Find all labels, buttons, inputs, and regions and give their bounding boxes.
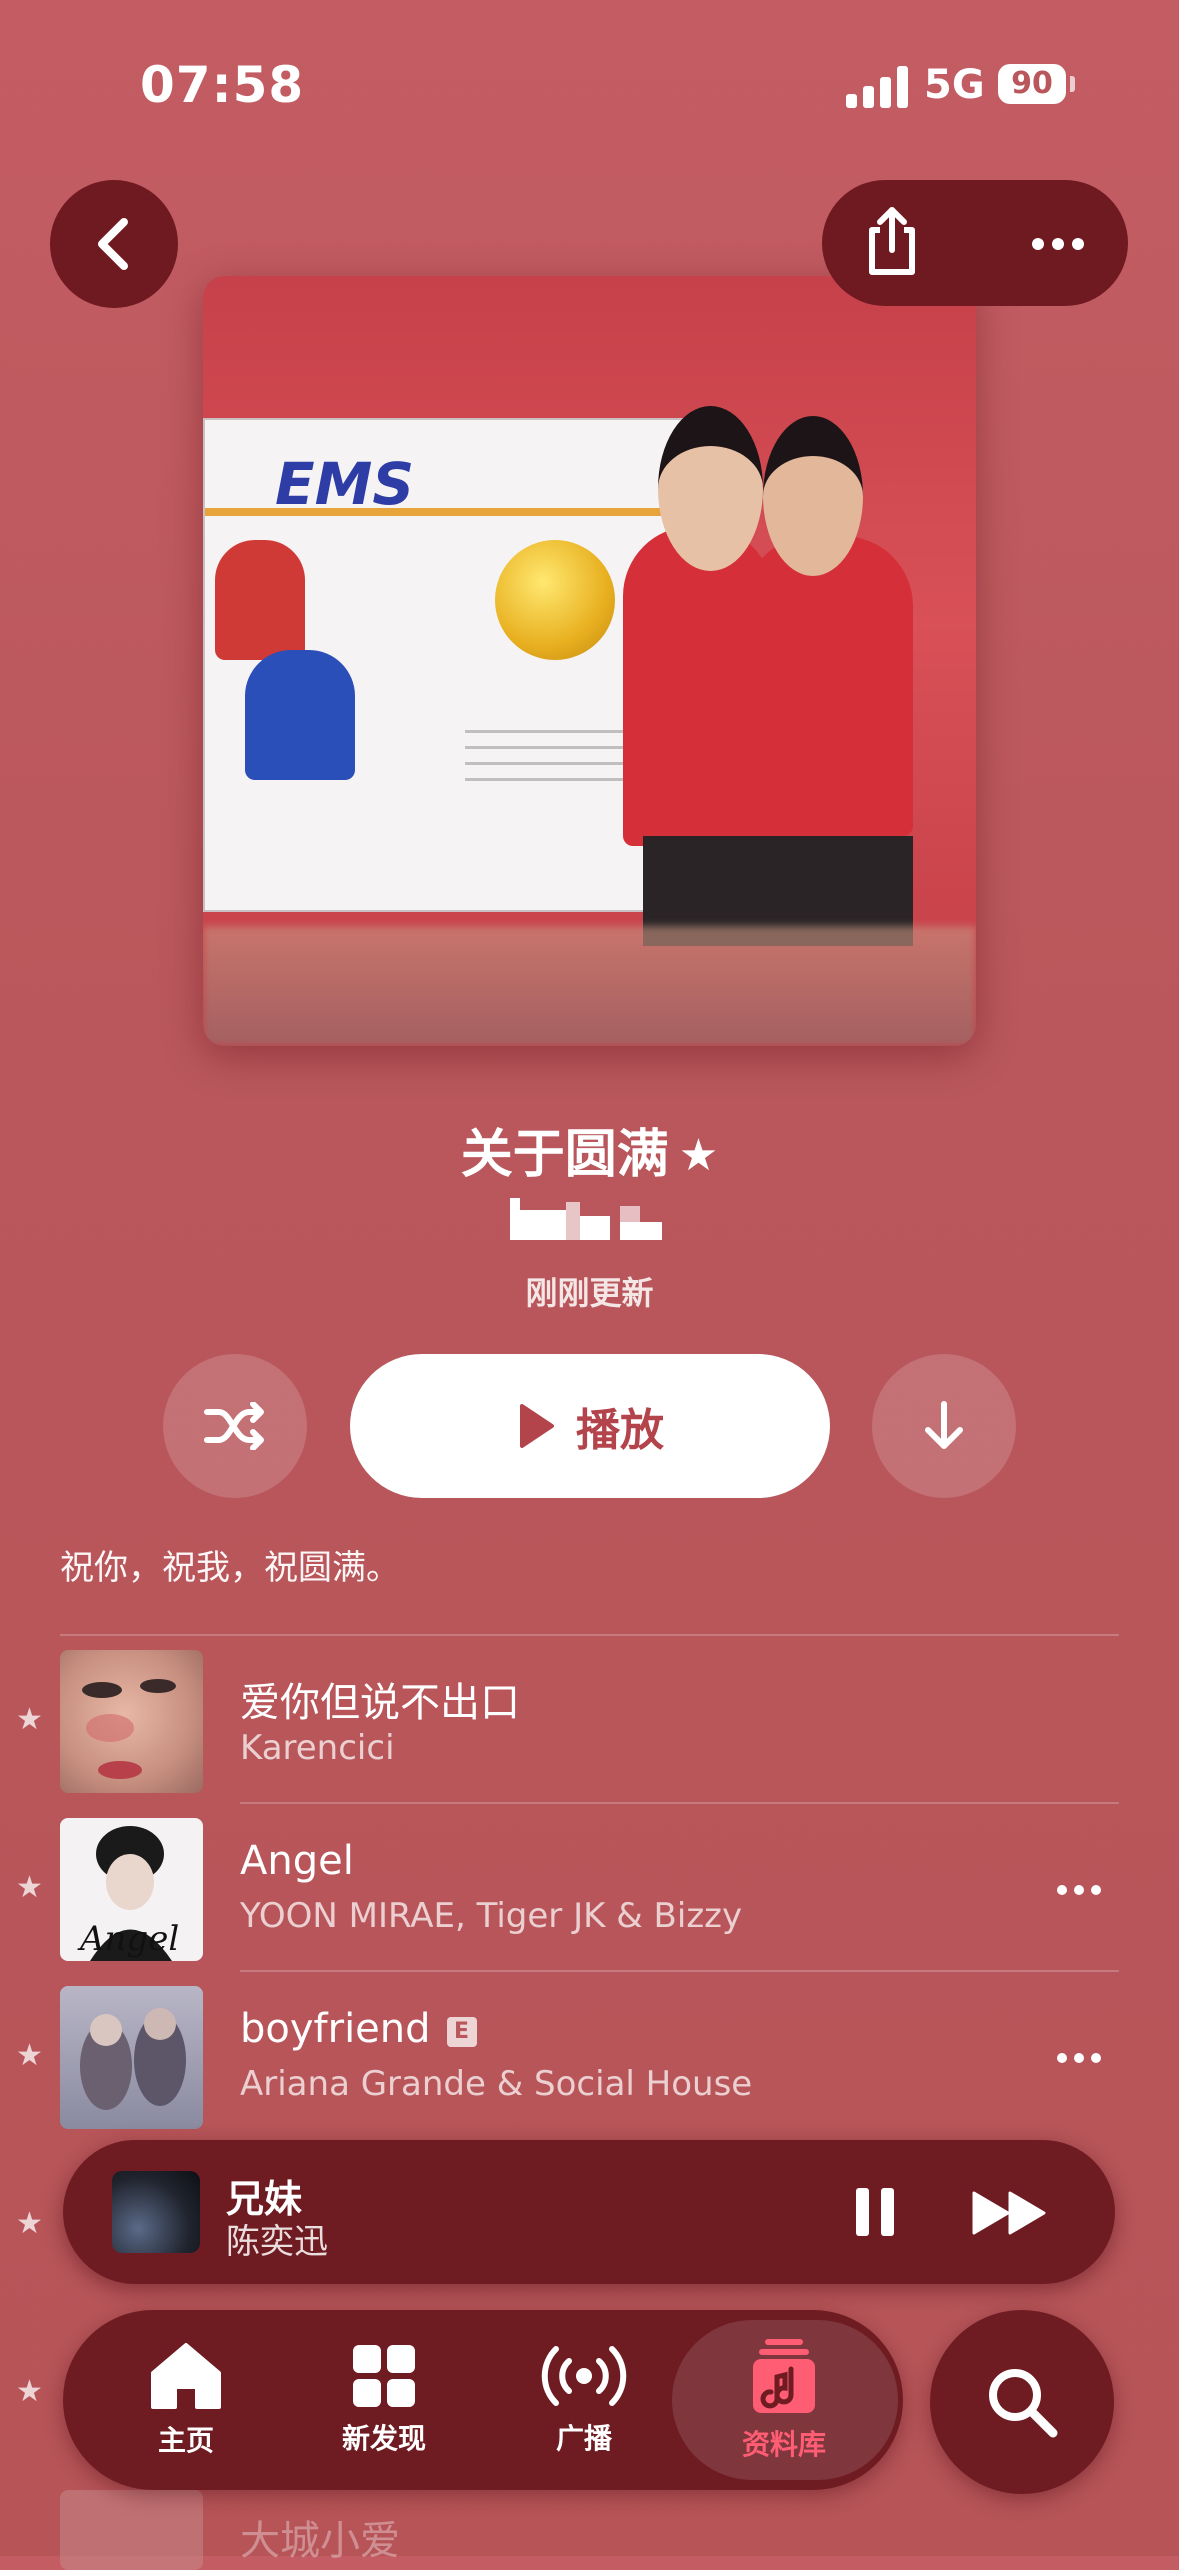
shuffle-button[interactable]: [163, 1354, 307, 1498]
star-icon: ★: [16, 1870, 43, 1905]
track-title[interactable]: Angel: [240, 1838, 354, 1884]
tab-home[interactable]: 主页: [96, 2320, 276, 2480]
tab-label: 新发现: [341, 2422, 426, 2455]
curator-name-redacted-2: [620, 1206, 662, 1240]
explicit-badge: E: [446, 2017, 477, 2047]
share-icon[interactable]: [860, 204, 924, 278]
curator-name-redacted: [510, 1198, 610, 1240]
star-icon: ★: [16, 1702, 43, 1737]
svg-text:Angel: Angel: [77, 1919, 179, 1959]
star-icon: ★: [16, 2206, 43, 2241]
search-button[interactable]: [930, 2310, 1114, 2494]
home-icon: [151, 2343, 221, 2409]
back-button[interactable]: [50, 180, 178, 308]
track-artwork[interactable]: Angel: [60, 1818, 203, 1961]
playlist-title-row: 关于圆满 ★: [0, 1112, 1179, 1187]
fast-forward-icon[interactable]: [972, 2190, 1048, 2236]
tab-library[interactable]: 资料库: [694, 2320, 874, 2480]
divider: [240, 1802, 1119, 1804]
battery-icon: 90: [998, 64, 1066, 104]
track-artist: Karencici: [240, 1728, 395, 1768]
tab-browse[interactable]: 新发现: [294, 2320, 474, 2480]
more-icon[interactable]: [1030, 236, 1086, 252]
network-label: 5G: [924, 62, 985, 108]
tab-label: 主页: [157, 2424, 214, 2457]
search-icon: [989, 2369, 1058, 2438]
play-button[interactable]: 播放: [350, 1354, 830, 1498]
track-artist: YOON MIRAE, Tiger JK & Bizzy: [240, 1896, 743, 1936]
divider: [60, 1634, 1119, 1636]
now-playing-artist: 陈奕迅: [226, 2222, 328, 2262]
library-icon: [753, 2339, 815, 2413]
tab-label: 广播: [555, 2422, 612, 2455]
status-time: 07:58: [140, 56, 305, 114]
more-icon[interactable]: [1056, 1884, 1102, 1896]
track-artist: Ariana Grande & Social House: [240, 2064, 753, 2104]
now-playing-artwork: [112, 2171, 200, 2253]
play-label: 播放: [576, 1405, 664, 1456]
star-icon: ★: [16, 2374, 43, 2409]
mini-player[interactable]: [63, 2140, 1115, 2284]
signal-icon: [846, 66, 908, 108]
tab-label: 资料库: [741, 2428, 826, 2461]
tab-radio[interactable]: 广播: [494, 2320, 674, 2480]
play-icon: [520, 1404, 554, 1448]
track-artwork[interactable]: [60, 2490, 203, 2570]
grid-icon: [353, 2345, 415, 2407]
pause-icon[interactable]: [854, 2186, 896, 2238]
track-title[interactable]: 爱你但说不出口: [240, 1670, 520, 1728]
download-icon: [925, 1401, 963, 1449]
artwork-logo: EMS: [275, 450, 415, 518]
back-icon: [98, 218, 128, 270]
playlist-title: 关于圆满: [460, 1125, 669, 1185]
track-title-row[interactable]: boyfriend E: [240, 2006, 477, 2052]
playlist-description: 祝你，祝我，祝圆满。: [60, 1548, 400, 1588]
more-icon[interactable]: [1056, 2052, 1102, 2064]
battery-tip: [1070, 76, 1075, 92]
track-title: boyfriend: [240, 2006, 431, 2052]
artwork-person: [743, 536, 913, 836]
track-artwork[interactable]: [60, 1986, 203, 2129]
star-icon: ★: [678, 1130, 719, 1181]
radio-icon: [541, 2346, 627, 2406]
download-button[interactable]: [872, 1354, 1016, 1498]
playlist-artwork: EMS: [203, 276, 976, 1046]
track-artwork[interactable]: [60, 1650, 203, 1793]
divider: [240, 1970, 1119, 1972]
track-title[interactable]: 大城小爱: [240, 2508, 400, 2566]
updated-label: 刚刚更新: [525, 1274, 654, 1312]
shuffle-icon: [204, 1402, 264, 1450]
star-icon: ★: [16, 2038, 43, 2073]
